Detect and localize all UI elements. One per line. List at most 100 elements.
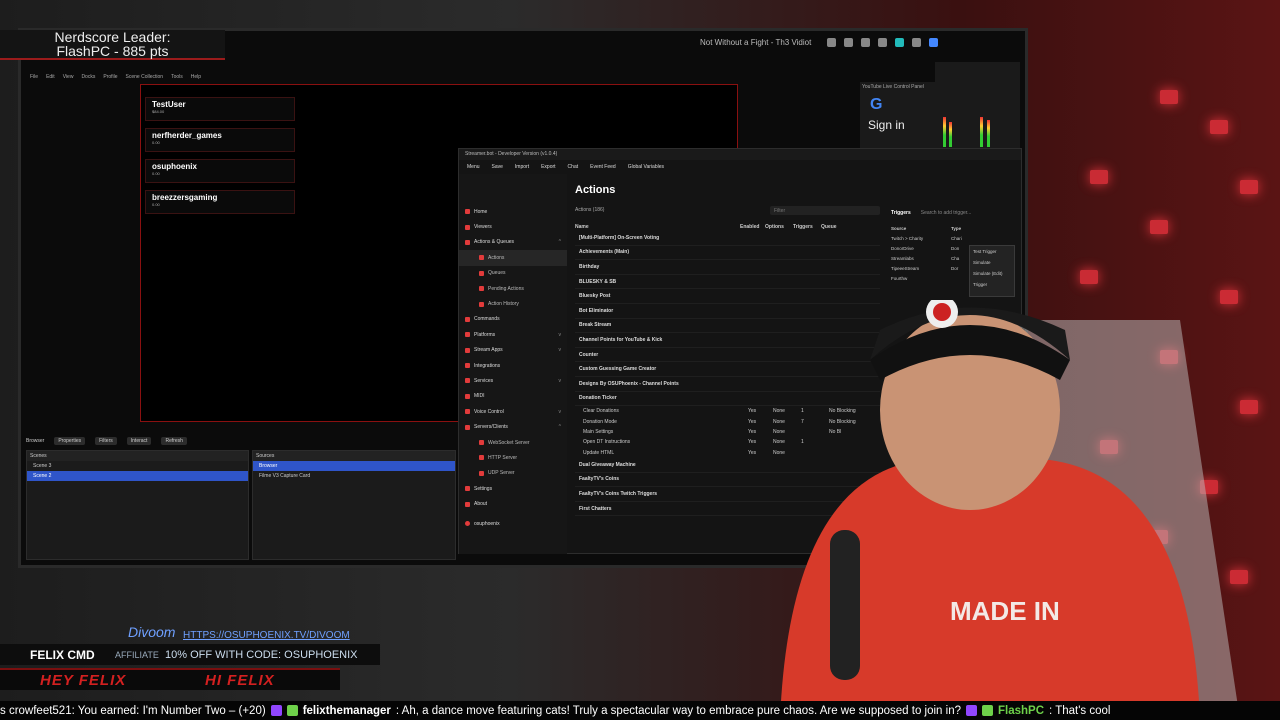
col-options[interactable]: Options	[765, 224, 793, 230]
sidebar-item-voice-control[interactable]: Voice Control v	[459, 404, 567, 419]
interact-button[interactable]: Interact	[126, 437, 152, 445]
sidebar-item-stream-apps[interactable]: Stream Apps v	[459, 343, 567, 358]
shield-icon[interactable]	[929, 37, 939, 47]
leader-line1: Nerdscore Leader:	[54, 29, 171, 45]
scene-item[interactable]: Scene 3	[27, 461, 248, 471]
sidebar-item-integrations[interactable]: Integrations	[459, 358, 567, 373]
chat-ticker: s crowfeet521: You earned: I'm Number Tw…	[0, 701, 1280, 720]
sidebar-item-actions[interactable]: Actions	[459, 250, 567, 266]
pin-icon[interactable]	[861, 37, 871, 47]
save-button[interactable]: Save	[492, 164, 503, 170]
ctx-simulate[interactable]: Simulate	[970, 257, 1014, 268]
chevron-down-icon: v	[558, 331, 562, 338]
menu-edit[interactable]: Edit	[46, 74, 55, 80]
col-name[interactable]: Name	[575, 224, 740, 230]
sources-title: Sources	[253, 451, 455, 461]
sidebar-item-actions-queues[interactable]: Actions & Queues ^	[459, 235, 567, 250]
sign-in-button[interactable]: Sign in	[868, 118, 935, 132]
twitch-icon	[966, 705, 977, 716]
checkmark-icon	[286, 705, 298, 716]
ctx-trigger[interactable]: Trigger	[970, 279, 1014, 290]
menu-view[interactable]: View	[63, 74, 74, 80]
audio-meter	[949, 122, 952, 147]
menu-profile[interactable]: Profile	[103, 74, 117, 80]
actions-header: Actions (186) Filter	[575, 204, 880, 216]
menu-button[interactable]: Menu	[467, 164, 480, 170]
nav-icon	[479, 255, 484, 261]
ctx-simulate-edit[interactable]: Simulate (Edit)	[970, 268, 1014, 279]
properties-button[interactable]: Properties	[54, 437, 86, 445]
col-enabled[interactable]: Enabled	[740, 224, 765, 230]
sidebar-item-midi[interactable]: MIDI	[459, 389, 567, 404]
filters-button[interactable]: Filters	[95, 437, 117, 445]
source-item[interactable]: Filme V3 Capture Card	[253, 471, 455, 481]
sidebar-item-home[interactable]: Home	[459, 204, 567, 219]
sidebar-item-label: Actions	[488, 254, 505, 261]
col-type[interactable]: Type	[951, 226, 961, 231]
nav-icon	[465, 393, 470, 399]
twitch-icon	[270, 705, 282, 716]
chevron-down-icon: v	[558, 347, 562, 354]
sidebar-hamburger[interactable]	[459, 174, 567, 204]
streamer-webcam: MADE IN	[780, 300, 1240, 720]
col-source[interactable]: Source	[891, 226, 951, 231]
chat-icon[interactable]	[878, 37, 888, 47]
sidebar-item-udp-server[interactable]: UDP Server	[459, 466, 567, 481]
mini-obs-window	[935, 62, 1020, 152]
sidebar-item-action-history[interactable]: Action History	[459, 296, 567, 311]
trigger-type: Dor	[951, 265, 959, 271]
trigger-row[interactable]: Twitch > Charity Chari	[891, 233, 1021, 243]
screen-icon[interactable]	[912, 37, 922, 47]
refresh-button[interactable]: Refresh	[161, 437, 187, 445]
audio-meter	[943, 117, 946, 147]
obs-menubar: File Edit View Docks Profile Scene Colle…	[26, 72, 926, 82]
filter-input[interactable]: Filter	[770, 205, 880, 215]
sidebar-item-platforms[interactable]: Platforms v	[459, 327, 567, 342]
action-group[interactable]: [Multi-Platform] On-Screen Voting	[575, 231, 880, 246]
ctx-test-trigger[interactable]: Test Trigger	[970, 246, 1014, 257]
sidebar-item-viewers[interactable]: Viewers	[459, 219, 567, 234]
drop-icon[interactable]	[844, 37, 854, 47]
leader-line2: FlashPC - 885 pts	[56, 43, 169, 59]
action-group[interactable]: Achievements (Main)	[575, 246, 880, 261]
action-group[interactable]: BLUESKY & SB	[575, 275, 880, 290]
sidebar-item-settings[interactable]: Settings	[459, 481, 567, 496]
sidebar-item-websocket-server[interactable]: WebSocket Server	[459, 435, 567, 450]
leaderboard-entry: nerfherder_games 0.00	[145, 128, 295, 152]
trigger-search[interactable]: Search to add trigger...	[921, 210, 972, 216]
trigger-source: Fourthw	[891, 275, 908, 281]
menu-tools[interactable]: Tools	[171, 74, 183, 80]
sidebar-item-services[interactable]: Services v	[459, 373, 567, 388]
col-queue[interactable]: Queue	[821, 224, 837, 230]
menu-file[interactable]: File	[30, 74, 38, 80]
menu-docks[interactable]: Docks	[81, 74, 95, 80]
menu-scene-collection[interactable]: Scene Collection	[126, 74, 164, 80]
event-feed-button[interactable]: Event Feed	[590, 164, 616, 170]
sidebar-item-about[interactable]: About	[459, 496, 567, 511]
sidebar-item-pending-actions[interactable]: Pending Actions	[459, 281, 567, 296]
audio-meter	[987, 120, 990, 147]
sidebar-item-servers-clients[interactable]: Servers/Clients ^	[459, 419, 567, 434]
now-playing[interactable]: Not Without a Fight - Th3 Vidiot	[700, 38, 811, 47]
source-item-selected[interactable]: Browser	[253, 461, 455, 471]
chat-button[interactable]: Chat	[568, 164, 579, 170]
nav-icon	[465, 486, 470, 492]
divoom-link[interactable]: HTTPS://OSUPHOENIX.TV/DIVOOM	[183, 630, 350, 641]
youtube-panel-header: YouTube Live Control Panel	[862, 84, 924, 90]
sidebar-item-commands[interactable]: Commands	[459, 312, 567, 327]
trigger-source: TipeeeStream	[891, 265, 920, 271]
scenes-dock: Scenes Scene 3 Scene 2	[26, 450, 249, 560]
scene-item-selected[interactable]: Scene 2	[27, 471, 248, 481]
sidebar-item-queues[interactable]: Queues	[459, 266, 567, 281]
mute-icon[interactable]	[827, 37, 837, 47]
export-button[interactable]: Export	[541, 164, 555, 170]
hi-felix: HI FELIX	[205, 672, 275, 689]
app-icon[interactable]	[895, 37, 905, 47]
menu-help[interactable]: Help	[191, 74, 201, 80]
sidebar-item-http-server[interactable]: HTTP Server	[459, 450, 567, 465]
col-triggers[interactable]: Triggers	[793, 224, 821, 230]
action-group[interactable]: Birthday	[575, 260, 880, 275]
global-variables-button[interactable]: Global Variables	[628, 164, 664, 170]
import-button[interactable]: Import	[515, 164, 529, 170]
user-profile[interactable]: osuphoenix	[459, 516, 567, 531]
